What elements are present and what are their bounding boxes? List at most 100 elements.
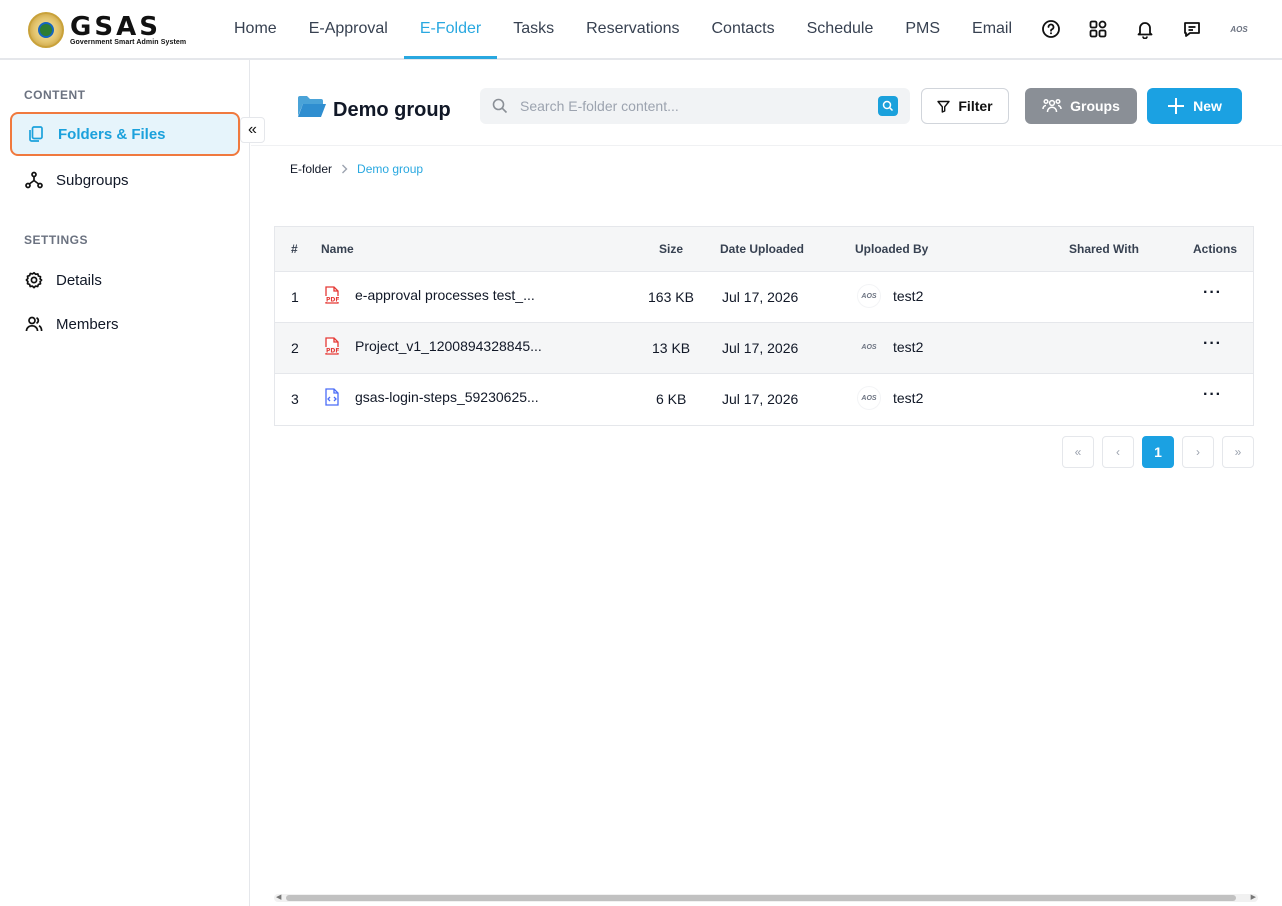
pagination: « ‹ 1 › » bbox=[1062, 436, 1262, 468]
scrollbar-thumb[interactable] bbox=[286, 895, 1236, 901]
sidebar-item-label: Details bbox=[56, 271, 102, 289]
pdf-file-icon: PDF bbox=[325, 286, 343, 304]
nav-tasks[interactable]: Tasks bbox=[497, 0, 570, 58]
next-page-button[interactable]: › bbox=[1182, 436, 1214, 468]
search-icon bbox=[490, 96, 510, 116]
file-date: Jul 17, 2026 bbox=[722, 340, 799, 356]
nav-e-folder[interactable]: E-Folder bbox=[403, 0, 498, 59]
logo-subtitle: Government Smart Admin System bbox=[70, 38, 187, 46]
gsas-logo[interactable]: GSAS Government Smart Admin System bbox=[28, 12, 186, 48]
content-section-label: CONTENT bbox=[24, 88, 86, 102]
sidebar-item-label: Folders & Files bbox=[58, 125, 166, 143]
column-uploaded-by[interactable]: Uploaded By bbox=[855, 242, 928, 256]
file-name: Project_v1_1200894328845... bbox=[355, 338, 542, 354]
table-row[interactable]: 2 PDF Project_v1_1200894328845... 13 KB … bbox=[275, 323, 1253, 374]
page-1-button[interactable]: 1 bbox=[1142, 436, 1174, 468]
last-page-button[interactable]: » bbox=[1222, 436, 1254, 468]
plus-icon bbox=[1167, 97, 1185, 115]
sidebar-item-label: Subgroups bbox=[56, 171, 129, 189]
user-avatar[interactable]: AOS bbox=[1224, 14, 1254, 44]
avatar: AOS bbox=[857, 284, 881, 308]
prev-page-button[interactable]: ‹ bbox=[1102, 436, 1134, 468]
bell-icon[interactable] bbox=[1130, 14, 1160, 44]
search-bar bbox=[480, 88, 910, 124]
uploader-cell: AOS test2 bbox=[857, 386, 923, 410]
sidebar-item-details[interactable]: Details bbox=[10, 258, 240, 302]
help-icon[interactable] bbox=[1036, 14, 1066, 44]
groups-label: Groups bbox=[1070, 98, 1120, 114]
gear-icon bbox=[24, 270, 44, 290]
nav-email[interactable]: Email bbox=[956, 0, 1028, 58]
logo-title: GSAS bbox=[70, 11, 161, 42]
groups-button[interactable]: Groups bbox=[1025, 88, 1137, 124]
row-index: 2 bbox=[291, 340, 299, 356]
breadcrumb: E-folder Demo group bbox=[290, 162, 423, 176]
uploader-name: test2 bbox=[893, 288, 924, 304]
file-name-cell[interactable]: gsas-login-steps_59230625... bbox=[325, 388, 539, 406]
sidebar: CONTENT Folders & Files Subgroups SETTIN… bbox=[0, 60, 250, 906]
breadcrumb-current[interactable]: Demo group bbox=[357, 162, 423, 176]
file-name: gsas-login-steps_59230625... bbox=[355, 389, 539, 405]
new-label: New bbox=[1193, 98, 1222, 114]
table-row[interactable]: 1 PDF e-approval processes test_... 163 … bbox=[275, 272, 1253, 323]
uploader-cell: AOS test2 bbox=[857, 335, 923, 359]
file-name-cell[interactable]: PDF e-approval processes test_... bbox=[325, 286, 535, 304]
uploader-name: test2 bbox=[893, 390, 924, 406]
top-icons: AOS bbox=[1019, 14, 1254, 44]
members-icon bbox=[24, 314, 44, 334]
row-actions-menu-icon[interactable]: ··· bbox=[1203, 284, 1222, 302]
horizontal-scrollbar[interactable]: ◀ ▶ bbox=[274, 894, 1258, 902]
nav-home[interactable]: Home bbox=[218, 0, 293, 58]
nav-schedule[interactable]: Schedule bbox=[791, 0, 890, 58]
column-date-uploaded[interactable]: Date Uploaded bbox=[720, 242, 804, 256]
groups-icon bbox=[1042, 97, 1062, 115]
group-title-text: Demo group bbox=[333, 98, 451, 121]
folder-open-icon bbox=[297, 95, 327, 125]
new-button[interactable]: New bbox=[1147, 88, 1242, 124]
sidebar-item-folders-files[interactable]: Folders & Files bbox=[10, 112, 240, 156]
file-size: 13 KB bbox=[652, 340, 691, 356]
apps-grid-icon[interactable] bbox=[1083, 14, 1113, 44]
nav-pms[interactable]: PMS bbox=[889, 0, 956, 58]
main-header: Demo group Filter Groups New bbox=[251, 60, 1282, 146]
row-actions-menu-icon[interactable]: ··· bbox=[1203, 335, 1222, 353]
avatar: AOS bbox=[857, 386, 881, 410]
table-row[interactable]: 3 gsas-login-steps_59230625... 6 KB Jul … bbox=[275, 374, 1253, 425]
sidebar-item-label: Members bbox=[56, 315, 119, 333]
top-navigation-bar: GSAS Government Smart Admin System Home … bbox=[0, 0, 1282, 60]
chat-icon[interactable] bbox=[1177, 14, 1207, 44]
file-date: Jul 17, 2026 bbox=[722, 391, 799, 407]
row-actions-menu-icon[interactable]: ··· bbox=[1203, 386, 1222, 404]
search-submit-button[interactable] bbox=[878, 96, 898, 116]
scroll-right-arrow-icon[interactable]: ▶ bbox=[1251, 894, 1256, 902]
column-size[interactable]: Size bbox=[659, 242, 683, 256]
avatar: AOS bbox=[857, 335, 881, 359]
search-input[interactable] bbox=[520, 98, 860, 114]
sidebar-item-subgroups[interactable]: Subgroups bbox=[10, 158, 240, 202]
sidebar-item-members[interactable]: Members bbox=[10, 302, 240, 346]
file-name-cell[interactable]: PDF Project_v1_1200894328845... bbox=[325, 337, 542, 355]
subgroups-icon bbox=[24, 170, 44, 190]
nav-contacts[interactable]: Contacts bbox=[695, 0, 790, 58]
nav-reservations[interactable]: Reservations bbox=[570, 0, 695, 58]
nav-e-approval[interactable]: E-Approval bbox=[293, 0, 404, 58]
table-header: # Name Size Date Uploaded Uploaded By Sh… bbox=[275, 227, 1253, 272]
first-page-button[interactable]: « bbox=[1062, 436, 1094, 468]
chevron-right-icon bbox=[341, 164, 348, 174]
code-file-icon bbox=[325, 388, 343, 406]
uploader-name: test2 bbox=[893, 339, 924, 355]
pdf-file-icon: PDF bbox=[325, 337, 343, 355]
breadcrumb-root[interactable]: E-folder bbox=[290, 162, 332, 176]
file-size: 163 KB bbox=[648, 289, 694, 305]
main-nav: Home E-Approval E-Folder Tasks Reservati… bbox=[218, 0, 1028, 59]
files-table: # Name Size Date Uploaded Uploaded By Sh… bbox=[274, 226, 1254, 426]
svg-text:PDF: PDF bbox=[326, 348, 339, 355]
column-shared-with: Shared With bbox=[1069, 242, 1139, 256]
column-name[interactable]: Name bbox=[321, 242, 354, 256]
column-index: # bbox=[291, 242, 298, 256]
filter-button[interactable]: Filter bbox=[921, 88, 1009, 124]
row-index: 3 bbox=[291, 391, 299, 407]
scroll-left-arrow-icon[interactable]: ◀ bbox=[276, 894, 281, 902]
svg-text:PDF: PDF bbox=[326, 297, 339, 304]
filter-icon bbox=[937, 100, 951, 113]
